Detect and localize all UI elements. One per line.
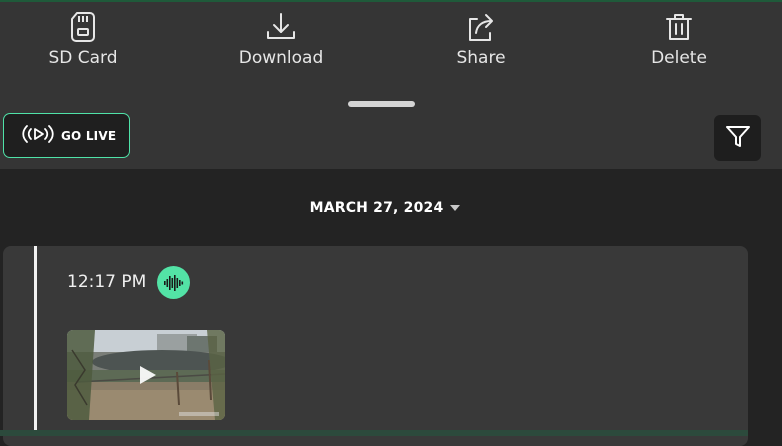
go-live-label: GO LIVE bbox=[61, 128, 117, 143]
share-icon bbox=[464, 10, 498, 44]
next-item-edge bbox=[0, 430, 748, 436]
caret-down-icon bbox=[450, 205, 461, 211]
event-thumbnail[interactable] bbox=[67, 330, 225, 420]
broadcast-play-icon bbox=[21, 124, 55, 148]
download-button[interactable]: Download bbox=[211, 10, 351, 76]
delete-button[interactable]: Delete bbox=[609, 10, 749, 76]
share-button[interactable]: Share bbox=[411, 10, 551, 76]
download-icon bbox=[264, 10, 298, 44]
trash-icon bbox=[662, 10, 696, 44]
selected-date: MARCH 27, 2024 bbox=[309, 200, 444, 216]
play-icon bbox=[136, 364, 158, 386]
filter-button[interactable] bbox=[714, 115, 761, 161]
sheet-grab-handle[interactable] bbox=[348, 101, 415, 107]
go-live-button[interactable]: GO LIVE bbox=[3, 113, 130, 158]
timeline-line bbox=[34, 246, 37, 436]
filter-icon bbox=[725, 123, 751, 153]
download-label: Download bbox=[238, 48, 324, 68]
sd-card-icon bbox=[66, 10, 100, 44]
audio-waveform-icon bbox=[157, 266, 190, 299]
sd-card-label: SD Card bbox=[48, 48, 118, 68]
event-time: 12:17 PM bbox=[67, 272, 147, 292]
sd-card-button[interactable]: SD Card bbox=[13, 10, 153, 76]
delete-label: Delete bbox=[651, 48, 707, 68]
share-label: Share bbox=[456, 48, 506, 68]
date-selector[interactable]: MARCH 27, 2024 bbox=[300, 196, 470, 220]
